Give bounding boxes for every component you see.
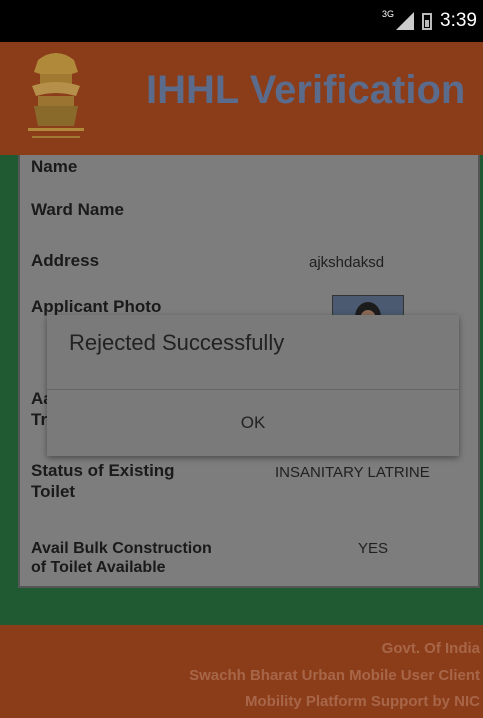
status-bar: 3G 3:39	[0, 0, 483, 42]
applicant-photo-label: Applicant Photo	[31, 297, 162, 316]
address-label: Address	[31, 251, 100, 270]
bulk-construction-label-line2: of Toilet Available	[31, 559, 166, 576]
existing-toilet-status-value: INSANITARY LATRINE	[275, 464, 430, 481]
existing-toilet-status-label-line2: Toilet	[31, 482, 76, 501]
bulk-construction-value: YES	[358, 540, 389, 557]
clock: 3:39	[440, 10, 477, 31]
address-value: ajkshdaksd	[309, 254, 385, 271]
footer-support: Mobility Platform Support by NIC	[245, 693, 480, 710]
ok-button[interactable]: OK	[47, 390, 459, 456]
app-header: IHHL Verification	[0, 42, 483, 155]
network-type-label: 3G	[382, 9, 395, 19]
signal-icon	[396, 12, 415, 30]
existing-toilet-status-label: Status of Existing	[31, 461, 175, 480]
field-label-partial-line2: Tr	[31, 410, 48, 429]
footer-govt: Govt. Of India	[381, 640, 480, 657]
ward-name-label: Ward Name	[31, 200, 124, 219]
footer-app-name: Swachh Bharat Urban Mobile User Client	[189, 667, 480, 684]
name-label: Name	[31, 157, 78, 176]
dialog-message: Rejected Successfully	[69, 330, 285, 355]
app-footer: Govt. Of India Swachh Bharat Urban Mobil…	[0, 625, 483, 718]
app-title: IHHL Verification	[146, 68, 466, 112]
alert-dialog: Rejected Successfully OK	[47, 315, 459, 456]
bulk-construction-label: Avail Bulk Construction	[31, 540, 212, 557]
battery-icon	[422, 12, 433, 30]
national-emblem-icon	[28, 53, 84, 138]
